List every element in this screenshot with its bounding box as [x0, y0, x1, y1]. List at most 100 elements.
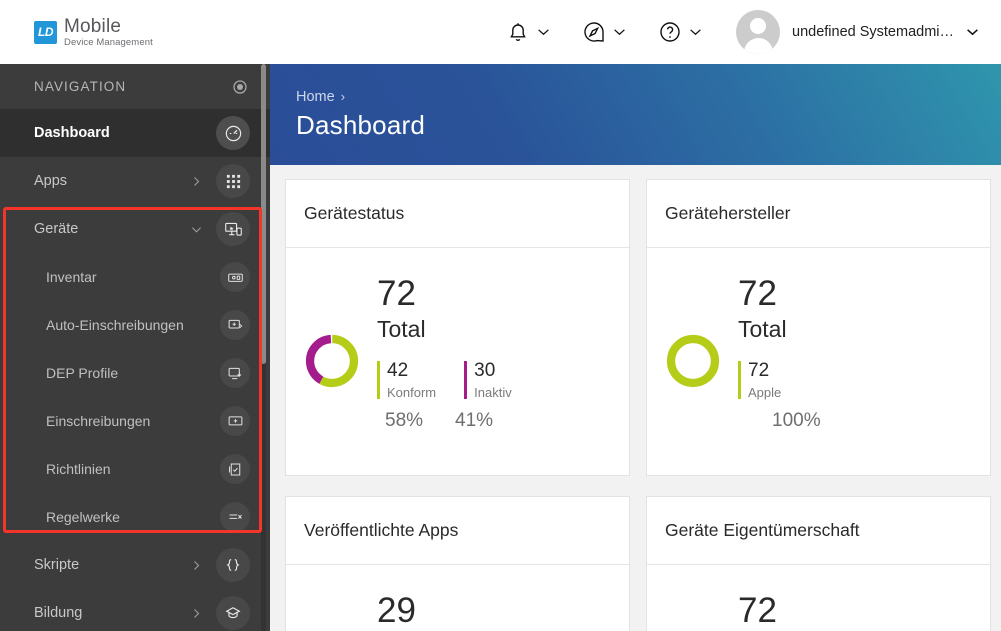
- sidebar-subitem-right: [220, 406, 250, 436]
- sidebar-subitem-regelwerke[interactable]: Regelwerke: [0, 493, 270, 541]
- graduation-cap-icon: [225, 607, 241, 619]
- avatar: [736, 10, 780, 54]
- collapse-toggle-icon[interactable]: [232, 79, 248, 95]
- chevron-right-icon: [194, 560, 200, 570]
- sidebar-item-right: [191, 596, 250, 630]
- brand-text: Mobile Device Management: [64, 17, 153, 48]
- sidebar-subitem-label: DEP Profile: [46, 365, 119, 381]
- card-stats: 72 Total: [738, 593, 787, 631]
- brand-subtitle: Device Management: [64, 36, 153, 48]
- chevron-down-icon: [538, 29, 549, 36]
- chevron-down-icon: [967, 29, 978, 36]
- sidebar-icon-wrap: [216, 596, 250, 630]
- legend-label: Apple: [748, 384, 782, 400]
- sidebar-icon-wrap: [216, 164, 250, 198]
- chevron-right-icon: [194, 608, 200, 618]
- apps-grid-icon: [226, 174, 240, 188]
- breadcrumb-home[interactable]: Home: [296, 89, 335, 105]
- total-value: 72: [738, 274, 777, 313]
- legend-item: 30 Inaktiv: [464, 361, 512, 400]
- user-menu[interactable]: undefined Systemadmi…: [718, 0, 1001, 64]
- card-stats: 29 Total: [377, 593, 426, 631]
- percent-value: 100%: [772, 409, 821, 431]
- card-header: Veröffentlichte Apps: [286, 497, 629, 565]
- card-body: 29 Total: [286, 565, 629, 631]
- dashboard-gauge-icon: [225, 125, 241, 141]
- legend-text: 30 Inaktiv: [474, 361, 512, 400]
- card-title: Geräte Eigentümerschaft: [665, 520, 860, 540]
- percent-row: 58% 41%: [377, 410, 512, 432]
- legend-color-swatch: [377, 361, 380, 399]
- notifications-button[interactable]: [490, 0, 566, 64]
- policy-icon: [228, 462, 240, 476]
- card-title: Gerätestatus: [304, 203, 405, 223]
- brand-title: Mobile: [64, 15, 122, 37]
- sidebar-subitem-einschreibungen[interactable]: Einschreibungen: [0, 397, 270, 445]
- compass-icon: [584, 22, 604, 42]
- card-header: Geräte Eigentümerschaft: [647, 497, 990, 565]
- sidebar-subitem-right: [220, 262, 250, 292]
- sidebar-subitem-richtlinien[interactable]: Richtlinien: [0, 445, 270, 493]
- total-label: Total: [738, 316, 787, 342]
- brand-logo[interactable]: LD Mobile Device Management: [34, 17, 153, 48]
- donut-chart-geraetehersteller: [666, 334, 720, 388]
- dep-download-icon: [228, 367, 241, 379]
- sidebar-item-label: Geräte: [34, 221, 79, 237]
- card-header: Gerätestatus: [286, 180, 629, 248]
- sidebar-subitem-auto-einschreibungen[interactable]: Auto-Einschreibungen: [0, 301, 270, 349]
- sidebar-item-right: [191, 164, 250, 198]
- auto-enroll-icon: [228, 319, 242, 329]
- total-value: 72: [738, 591, 777, 630]
- explore-button[interactable]: [566, 0, 642, 64]
- sidebar-subitem-inventar[interactable]: Inventar: [0, 253, 270, 301]
- sidebar-scrollbar-thumb[interactable]: [261, 64, 266, 364]
- chevron-down-icon: [614, 29, 625, 36]
- bell-icon: [510, 23, 526, 41]
- sidebar-subitem-dep-profile[interactable]: DEP Profile: [0, 349, 270, 397]
- sidebar-item-label: Dashboard: [34, 125, 110, 141]
- legend-item: 42 Konform: [377, 361, 436, 400]
- legend-value: 72: [748, 360, 770, 381]
- sidebar-subitem-label: Einschreibungen: [46, 413, 151, 429]
- sidebar-subitem-label: Inventar: [46, 269, 97, 285]
- legend-text: 72 Apple: [748, 361, 781, 400]
- card-geraetehersteller[interactable]: Gerätehersteller 72 Total 72 Apple 100%: [646, 179, 991, 476]
- chevron-down-icon: [690, 29, 701, 36]
- sidebar-item-right: [216, 116, 250, 150]
- legend-value: 42: [387, 360, 409, 381]
- card-geraete-eigentuemerschaft[interactable]: Geräte Eigentümerschaft 72 Total: [646, 496, 991, 631]
- breadcrumb-separator: ›: [340, 89, 346, 104]
- sidebar-item-skripte[interactable]: Skripte: [0, 541, 270, 589]
- rules-icon: [229, 513, 242, 519]
- sidebar-item-apps[interactable]: Apps: [0, 157, 270, 205]
- devices-icon: [224, 222, 242, 236]
- sidebar-item-bildung[interactable]: Bildung: [0, 589, 270, 631]
- sidebar-item-label: Skripte: [34, 557, 80, 573]
- sidebar-subitem-right: [220, 454, 250, 484]
- sidebar-item-dashboard[interactable]: Dashboard: [0, 109, 270, 157]
- main-content: Home › Dashboard Gerätestatus 72 Total 4…: [270, 64, 1001, 631]
- sidebar-icon-wrap: [216, 212, 250, 246]
- legend-text: 42 Konform: [387, 361, 436, 400]
- sidebar-item-label: Apps: [34, 173, 68, 189]
- legend-value: 30: [474, 360, 496, 381]
- card-geraetestatus[interactable]: Gerätestatus 72 Total 42 Konform 30 Inak…: [285, 179, 630, 476]
- sidebar-item-right: [191, 212, 250, 246]
- legend-label: Konform: [387, 384, 437, 400]
- sidebar-item-geraete[interactable]: Geräte: [0, 205, 270, 253]
- sidebar-subitem-right: [220, 358, 250, 388]
- sidebar-icon-wrap: [220, 262, 250, 292]
- help-circle-icon: [660, 22, 680, 42]
- card-veroeffentlichte-apps[interactable]: Veröffentlichte Apps 29 Total: [285, 496, 630, 631]
- help-button[interactable]: [642, 0, 718, 64]
- top-bar: LD Mobile Device Management undefined Sy…: [0, 0, 1001, 64]
- card-header: Gerätehersteller: [647, 180, 990, 248]
- card-body: 72 Total 42 Konform 30 Inaktiv 58% 41%: [286, 248, 629, 432]
- sidebar-header: NAVIGATION: [0, 64, 270, 109]
- legend-item: 72 Apple: [738, 361, 781, 400]
- sidebar-icon-wrap: [216, 548, 250, 582]
- percent-value: 41%: [455, 409, 494, 431]
- sidebar-subitem-label: Richtlinien: [46, 461, 111, 477]
- enroll-plus-icon: [228, 415, 242, 425]
- page-title: Dashboard: [296, 110, 425, 140]
